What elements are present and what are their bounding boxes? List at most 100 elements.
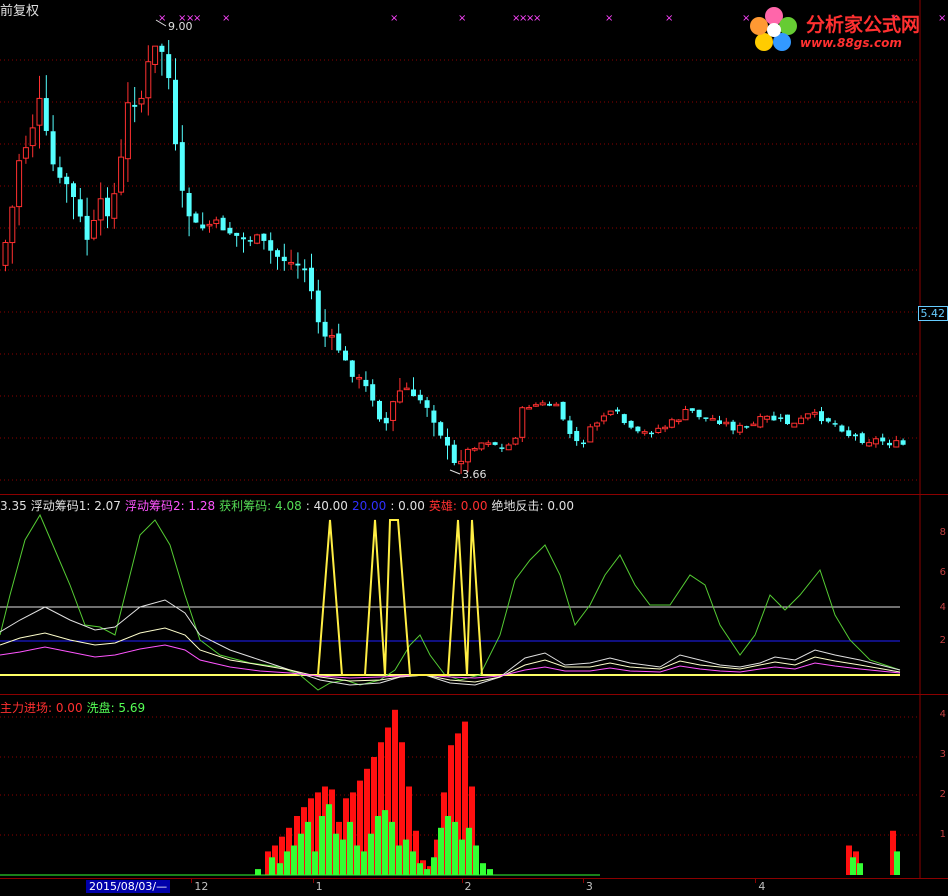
candle-body xyxy=(350,360,355,376)
washout-bar xyxy=(333,834,339,875)
candle-body xyxy=(676,420,681,422)
washout-bar xyxy=(857,863,863,875)
candle-body xyxy=(880,438,885,442)
candle-body xyxy=(547,404,552,406)
candle-body xyxy=(200,225,205,229)
candlestick-chart[interactable]: ××××××××××××××××9.003.66 xyxy=(0,0,948,494)
candle-body xyxy=(377,401,382,419)
washout-bar xyxy=(361,851,367,875)
washout-bar xyxy=(354,846,360,876)
candle-body xyxy=(506,445,511,450)
candle-body xyxy=(336,333,341,350)
washout-bar xyxy=(424,869,430,875)
chart-title: 前复权 xyxy=(0,0,39,19)
time-axis-tick xyxy=(462,879,463,883)
candle-body xyxy=(642,432,647,434)
logo-brand-text: 分析家公式网 xyxy=(806,10,920,37)
washout-bar xyxy=(375,816,381,875)
candle-body xyxy=(397,391,402,402)
candle-body xyxy=(683,410,688,420)
candle-body xyxy=(71,183,76,197)
time-axis[interactable]: 2015/08/03/— 121234 xyxy=(0,878,948,896)
candle-body xyxy=(207,224,212,226)
time-axis-tick xyxy=(313,879,314,883)
signal-marker: × xyxy=(605,13,613,24)
price-chart-pane[interactable]: ××××××××××××××××9.003.66 前复权 5.42 分析家公式网… xyxy=(0,0,948,494)
candle-body xyxy=(792,423,797,427)
hero-spike-line xyxy=(318,520,482,675)
axis-tick-label: 3 xyxy=(940,749,946,760)
candle-body xyxy=(567,420,572,433)
legend-item: 获利筹码: 4.08 xyxy=(219,499,302,513)
candle-body xyxy=(159,46,164,52)
washout-bar xyxy=(382,810,388,875)
time-axis-label: 4 xyxy=(758,880,765,893)
washout-bar xyxy=(255,869,261,875)
candle-body xyxy=(221,218,226,231)
candle-body xyxy=(520,408,525,438)
washout-bar xyxy=(319,816,325,875)
candle-body xyxy=(744,426,749,428)
current-price-box: 5.42 xyxy=(918,306,948,321)
candle-body xyxy=(778,417,783,419)
washout-bar xyxy=(347,822,353,875)
candle-body xyxy=(853,434,858,436)
indicator-2-chart[interactable] xyxy=(0,695,948,879)
candle-body xyxy=(574,431,579,441)
candle-body xyxy=(85,216,90,240)
candle-body xyxy=(241,237,246,239)
candle-body xyxy=(384,418,389,423)
candle-body xyxy=(214,220,219,224)
washout-bar xyxy=(284,851,290,875)
candle-body xyxy=(78,199,83,216)
legend-item: 英雄: 0.00 xyxy=(429,499,488,513)
candle-body xyxy=(112,194,117,219)
candle-body xyxy=(282,257,287,261)
candle-body xyxy=(690,408,695,411)
candle-body xyxy=(751,424,756,426)
candle-body xyxy=(227,228,232,234)
candle-body xyxy=(513,438,518,444)
high-price-label: 9.00 xyxy=(168,20,193,33)
legend-item: 浮动筹码1: 2.07 xyxy=(31,499,121,513)
site-logo: 分析家公式网 www.88gs.com xyxy=(748,4,938,52)
candle-body xyxy=(839,426,844,432)
candle-body xyxy=(132,105,137,107)
candle-body xyxy=(363,380,368,386)
washout-bar xyxy=(466,828,472,875)
time-axis-label: 3 xyxy=(586,880,593,893)
candle-body xyxy=(819,411,824,421)
washout-bar xyxy=(368,834,374,875)
indicator-1-chart[interactable] xyxy=(0,495,948,695)
cursor-date-box: 2015/08/03/— xyxy=(86,880,170,893)
indicator-pane-1[interactable]: 3.35浮动筹码1: 2.07浮动筹码2: 1.28获利筹码: 4.08: 40… xyxy=(0,494,948,695)
candle-body xyxy=(125,103,130,159)
candle-body xyxy=(119,157,124,192)
washout-bar xyxy=(298,834,304,875)
candle-body xyxy=(812,412,817,414)
signal-marker: × xyxy=(390,13,398,24)
indicator-2-legend: 主力进场: 0.00洗盘: 5.69 xyxy=(0,699,149,716)
indicator-pane-2[interactable]: 主力进场: 0.00洗盘: 5.69 4321 xyxy=(0,694,948,879)
candle-body xyxy=(105,198,110,217)
candle-body xyxy=(499,447,504,449)
washout-bar xyxy=(850,857,856,875)
legend-item: 3.35 xyxy=(0,499,27,513)
legend-item: 绝地反击: 0.00 xyxy=(491,499,574,513)
candle-body xyxy=(452,445,457,463)
candle-body xyxy=(57,167,62,177)
candle-body xyxy=(486,443,491,445)
candle-body xyxy=(166,54,171,78)
washout-bar xyxy=(326,804,332,875)
candle-body xyxy=(833,423,838,425)
signal-marker: × xyxy=(193,13,201,24)
candle-body xyxy=(261,234,266,241)
time-axis-tick xyxy=(191,879,192,883)
candle-body xyxy=(860,433,865,443)
washout-bar xyxy=(396,846,402,876)
candle-body xyxy=(275,250,280,257)
candle-body xyxy=(846,430,851,436)
candle-body xyxy=(588,427,593,442)
candle-body xyxy=(153,46,158,64)
candle-body xyxy=(697,410,702,417)
